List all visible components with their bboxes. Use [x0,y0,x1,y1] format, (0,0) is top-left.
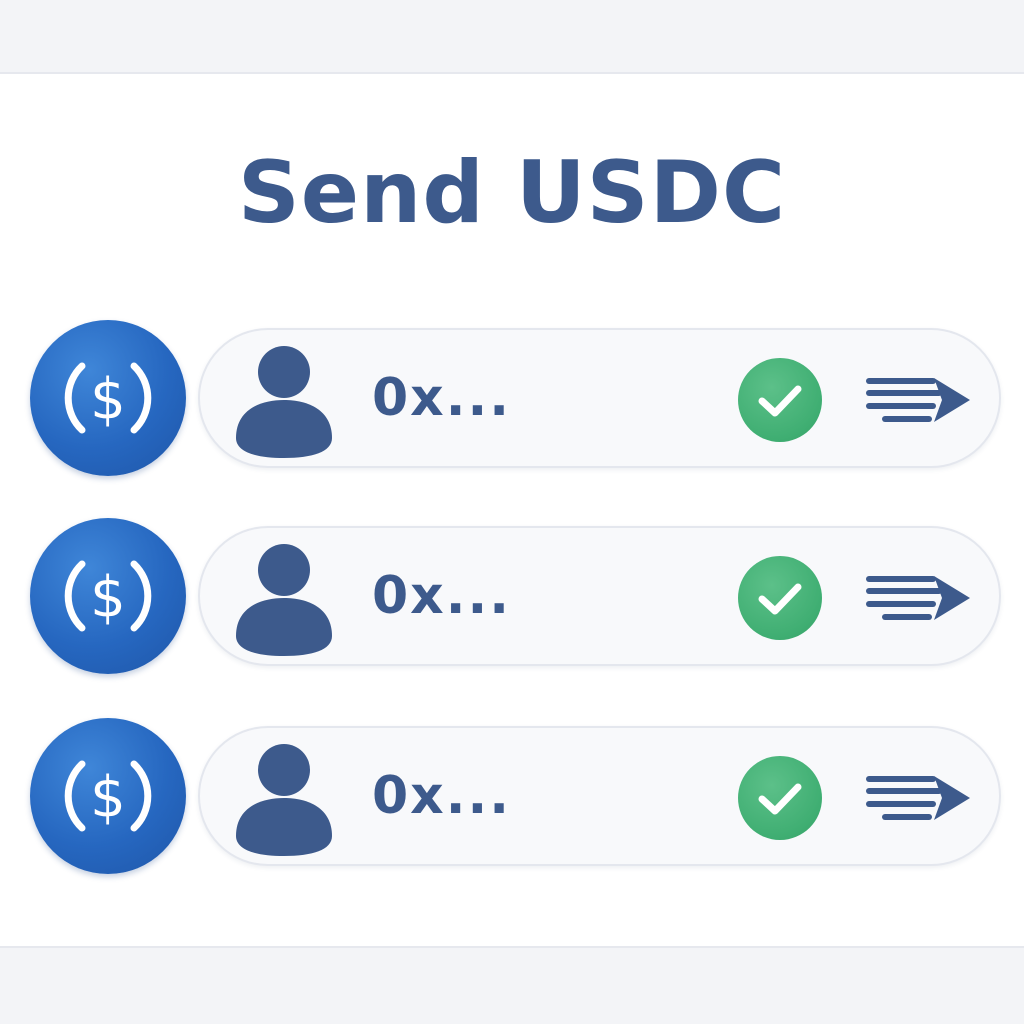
recipient-pill[interactable]: 0x... [198,526,1001,666]
checkmark-icon [738,756,822,840]
send-arrow-icon[interactable] [864,372,974,428]
checkmark-icon [738,358,822,442]
page-title: Send USDC [237,143,787,243]
recipient-pill[interactable]: 0x... [198,328,1001,468]
recipient-address: 0x... [372,566,511,626]
recipient-address: 0x... [372,766,511,826]
recipient-row: $ 0x... [30,718,1005,878]
recipient-address: 0x... [372,368,511,428]
user-avatar-icon [236,744,332,856]
usdc-coin-icon: $ [30,718,186,874]
usdc-coin-icon: $ [30,518,186,674]
usdc-coin-icon: $ [30,320,186,476]
recipient-pill[interactable]: 0x... [198,726,1001,866]
svg-text:$: $ [90,367,126,432]
recipient-row: $ 0x... [30,320,1005,480]
recipient-row: $ 0x... [30,518,1005,678]
send-arrow-icon[interactable] [864,570,974,626]
svg-text:$: $ [90,565,126,630]
svg-text:$: $ [90,765,126,830]
user-avatar-icon [236,544,332,656]
user-avatar-icon [236,346,332,458]
send-arrow-icon[interactable] [864,770,974,826]
checkmark-icon [738,556,822,640]
